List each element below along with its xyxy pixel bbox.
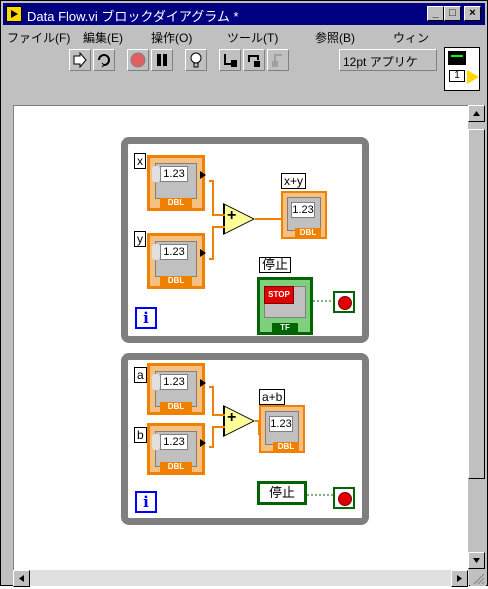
resize-grip-icon: [473, 573, 485, 585]
highlight-execution-button[interactable]: [185, 49, 207, 71]
label-a[interactable]: a: [134, 367, 147, 383]
control-a[interactable]: 1.23 DBL: [147, 363, 206, 415]
menu-tools[interactable]: ツール(T): [227, 29, 278, 46]
scroll-up-button[interactable]: [468, 105, 485, 122]
spin-icon: [152, 166, 160, 182]
dbl-badge: DBL: [160, 402, 192, 412]
indicator-sum-xy-value: 1.23: [291, 202, 315, 218]
spin-icon: [152, 244, 160, 260]
dbl-badge: DBL: [273, 442, 299, 451]
arrow-down-icon: [473, 558, 480, 563]
scroll-right-button[interactable]: [451, 570, 468, 587]
maximize-button[interactable]: □: [444, 6, 461, 21]
output-arrow-icon: [200, 171, 206, 179]
stop-button-terminal[interactable]: STOP TF: [257, 277, 313, 335]
step-out-button[interactable]: [267, 49, 289, 71]
run-continuously-icon: [98, 54, 110, 68]
arrow-up-icon: [473, 111, 480, 116]
pause-icon: [157, 54, 167, 66]
abort-button[interactable]: [127, 49, 149, 71]
control-b[interactable]: 1.23 DBL: [147, 423, 206, 475]
block-diagram-window: Data Flow.vi ブロックダイアグラム * _ □ × ファイル(F) …: [0, 0, 488, 587]
scroll-down-button[interactable]: [468, 552, 485, 569]
control-y-value: 1.23: [160, 244, 188, 260]
plus-icon: +: [227, 409, 237, 426]
label-y[interactable]: y: [134, 231, 146, 247]
spin-icon: [152, 374, 160, 390]
menu-window[interactable]: ウィン: [393, 29, 429, 46]
menu-edit[interactable]: 編集(E): [83, 29, 123, 46]
stop-control-2[interactable]: 停止: [257, 481, 307, 505]
spin-icon: [152, 434, 160, 450]
indicator-sum-xy[interactable]: 1.23 DBL: [281, 191, 327, 239]
label-stop-1[interactable]: 停止: [259, 257, 292, 273]
iteration-terminal-1[interactable]: i: [135, 307, 157, 329]
step-out-icon: [272, 54, 282, 67]
control-x[interactable]: 1.23 DBL: [147, 155, 206, 211]
step-into-icon: [224, 54, 237, 67]
control-b-value: 1.23: [160, 434, 188, 450]
stop-button: STOP: [264, 286, 294, 304]
step-into-button[interactable]: [219, 49, 241, 71]
minimize-button[interactable]: _: [427, 6, 444, 21]
dbl-badge: DBL: [160, 462, 192, 472]
run-button[interactable]: [69, 49, 91, 71]
label-sum-xy[interactable]: x+y: [281, 173, 307, 189]
indicator-sum-ab-value: 1.23: [269, 416, 293, 432]
vi-run-icon: [6, 6, 22, 22]
arrow-icon: [467, 70, 479, 84]
connector-pane: 1: [449, 70, 465, 82]
vi-icon[interactable]: 1: [444, 47, 480, 91]
iteration-terminal-2[interactable]: i: [135, 491, 157, 513]
step-over-button[interactable]: [243, 49, 265, 71]
tf-badge: TF: [272, 323, 298, 332]
dbl-badge: DBL: [160, 198, 192, 208]
text-settings-dropdown[interactable]: 12pt アプリケ: [339, 49, 437, 71]
plus-icon: +: [227, 207, 237, 224]
label-sum-ab[interactable]: a+b: [259, 389, 286, 405]
horizontal-scrollbar[interactable]: [13, 570, 469, 586]
monitor-icon: [448, 51, 466, 65]
title-bar[interactable]: Data Flow.vi ブロックダイアグラム * _ □ ×: [3, 3, 485, 25]
vertical-scroll-thumb[interactable]: [468, 129, 485, 479]
step-over-icon: [248, 55, 260, 67]
control-y[interactable]: 1.23 DBL: [147, 233, 206, 289]
control-a-value: 1.23: [160, 374, 188, 390]
menu-browse[interactable]: 参照(B): [315, 29, 355, 46]
output-arrow-icon: [200, 439, 206, 447]
label-x[interactable]: x: [134, 153, 146, 169]
indicator-sum-ab[interactable]: 1.23 DBL: [259, 405, 305, 453]
loop-condition-2[interactable]: [333, 487, 355, 509]
arrow-left-icon: [19, 575, 24, 582]
menu-bar: ファイル(F) 編集(E) 操作(O) ツール(T) 参照(B) ウィン: [3, 26, 439, 46]
label-b[interactable]: b: [134, 427, 147, 443]
abort-icon: [130, 52, 146, 68]
dbl-badge: DBL: [295, 228, 321, 237]
pause-button[interactable]: [151, 49, 173, 71]
output-arrow-icon: [200, 379, 206, 387]
resize-grip[interactable]: [470, 570, 486, 586]
window-title: Data Flow.vi ブロックダイアグラム *: [27, 9, 239, 24]
arrow-right-icon: [457, 575, 462, 582]
loop-condition-1[interactable]: [333, 291, 355, 313]
control-x-value: 1.23: [160, 166, 188, 182]
run-continuously-button[interactable]: [93, 49, 115, 71]
output-arrow-icon: [200, 249, 206, 257]
lightbulb-icon: [190, 52, 202, 68]
run-arrow-icon: [73, 52, 87, 68]
menu-file[interactable]: ファイル(F): [7, 29, 70, 46]
scroll-left-button[interactable]: [13, 570, 30, 587]
menu-operate[interactable]: 操作(O): [151, 29, 192, 46]
dbl-badge: DBL: [160, 276, 192, 286]
close-button[interactable]: ×: [464, 6, 481, 21]
